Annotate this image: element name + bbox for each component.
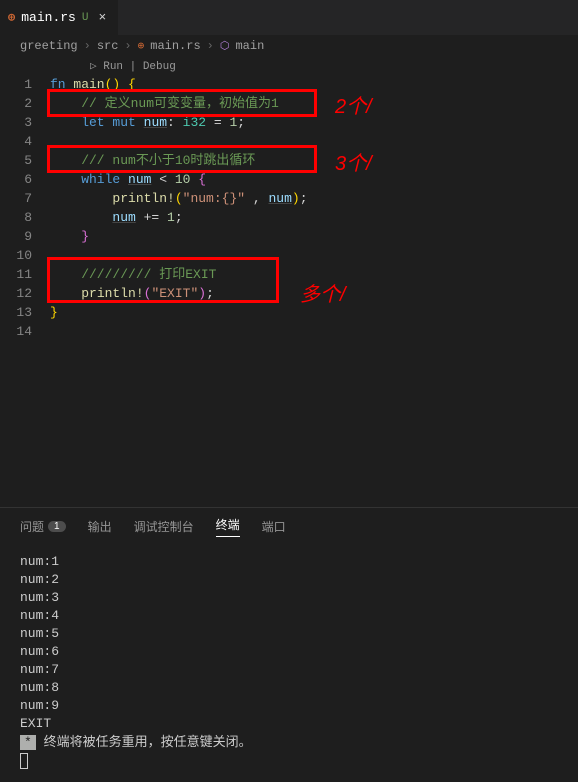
code-line[interactable]: let mut num: i32 = 1;: [50, 113, 578, 132]
line-gutter: 1 2 3 4 5 6 7 8 9 10 11 12 13 14: [0, 75, 50, 341]
tab-problems[interactable]: 问题 1: [20, 516, 66, 537]
breadcrumb-folder[interactable]: greeting: [20, 39, 78, 53]
code-area[interactable]: fn main() { // 定义num可变变量，初始值为1 let mut n…: [50, 75, 578, 341]
code-line[interactable]: while num < 10 {: [50, 170, 578, 189]
panel-tab-bar: 问题 1 输出 调试控制台 终端 端口: [0, 508, 578, 545]
file-tab[interactable]: ⊕ main.rs U ×: [0, 0, 119, 35]
tab-filename: main.rs: [21, 10, 76, 25]
tab-terminal[interactable]: 终端: [216, 516, 240, 537]
code-line[interactable]: /// num不小于10时跳出循环: [50, 151, 578, 170]
terminal-line: num:3: [20, 589, 558, 607]
code-line[interactable]: [50, 322, 578, 341]
codelens-run-debug[interactable]: ▷ Run | Debug: [0, 57, 578, 75]
terminal-line: * 终端将被任务重用，按任意键关闭。: [20, 733, 558, 752]
line-number: 4: [0, 132, 32, 151]
line-number: 8: [0, 208, 32, 227]
chevron-right-icon: ›: [84, 39, 91, 53]
terminal-output[interactable]: num:1 num:2 num:3 num:4 num:5 num:6 num:…: [0, 545, 578, 778]
tab-output[interactable]: 输出: [88, 516, 112, 537]
line-number: 13: [0, 303, 32, 322]
editor[interactable]: 1 2 3 4 5 6 7 8 9 10 11 12 13 14 fn main…: [0, 75, 578, 341]
line-number: 6: [0, 170, 32, 189]
line-number: 7: [0, 189, 32, 208]
terminal-line: num:5: [20, 625, 558, 643]
line-number: 14: [0, 322, 32, 341]
terminal-line: num:8: [20, 679, 558, 697]
breadcrumb-file[interactable]: main.rs: [150, 39, 200, 53]
line-number: 3: [0, 113, 32, 132]
code-line[interactable]: }: [50, 227, 578, 246]
tab-bar: ⊕ main.rs U ×: [0, 0, 578, 35]
code-line[interactable]: [50, 246, 578, 265]
terminal-line: num:9: [20, 697, 558, 715]
close-icon[interactable]: ×: [94, 10, 110, 25]
reuse-icon: *: [20, 735, 36, 750]
problems-count-badge: 1: [48, 521, 66, 532]
chevron-right-icon: ›: [124, 39, 131, 53]
code-line[interactable]: println!("num:{}" , num);: [50, 189, 578, 208]
line-number: 2: [0, 94, 32, 113]
terminal-line: num:4: [20, 607, 558, 625]
line-number: 5: [0, 151, 32, 170]
code-line[interactable]: [50, 132, 578, 151]
terminal-line: num:7: [20, 661, 558, 679]
terminal-line: num:6: [20, 643, 558, 661]
symbol-icon: ⬡: [220, 39, 230, 53]
rust-icon: ⊕: [138, 39, 145, 53]
bottom-panel: 问题 1 输出 调试控制台 终端 端口 num:1 num:2 num:3 nu…: [0, 507, 578, 782]
reuse-message: 终端将被任务重用，按任意键关闭。: [44, 734, 252, 749]
annotation-text: 2个/: [335, 90, 372, 119]
line-number: 1: [0, 75, 32, 94]
tab-debug-console[interactable]: 调试控制台: [134, 516, 194, 537]
tab-modified-badge: U: [82, 12, 89, 24]
breadcrumb[interactable]: greeting › src › ⊕ main.rs › ⬡ main: [0, 35, 578, 57]
breadcrumb-folder[interactable]: src: [97, 39, 119, 53]
line-number: 10: [0, 246, 32, 265]
annotation-text: 3个/: [335, 147, 372, 176]
annotation-text: 多个/: [300, 278, 346, 307]
code-line[interactable]: num += 1;: [50, 208, 578, 227]
line-number: 11: [0, 265, 32, 284]
code-line[interactable]: fn main() {: [50, 75, 578, 94]
line-number: 9: [0, 227, 32, 246]
terminal-line: num:1: [20, 553, 558, 571]
line-number: 12: [0, 284, 32, 303]
code-line[interactable]: // 定义num可变变量，初始值为1: [50, 94, 578, 113]
chevron-right-icon: ›: [207, 39, 214, 53]
terminal-line: num:2: [20, 571, 558, 589]
terminal-line: [20, 752, 558, 770]
breadcrumb-symbol[interactable]: main: [235, 39, 264, 53]
terminal-cursor: [20, 753, 28, 769]
rust-icon: ⊕: [8, 10, 15, 25]
tab-ports[interactable]: 端口: [262, 516, 286, 537]
terminal-line: EXIT: [20, 715, 558, 733]
